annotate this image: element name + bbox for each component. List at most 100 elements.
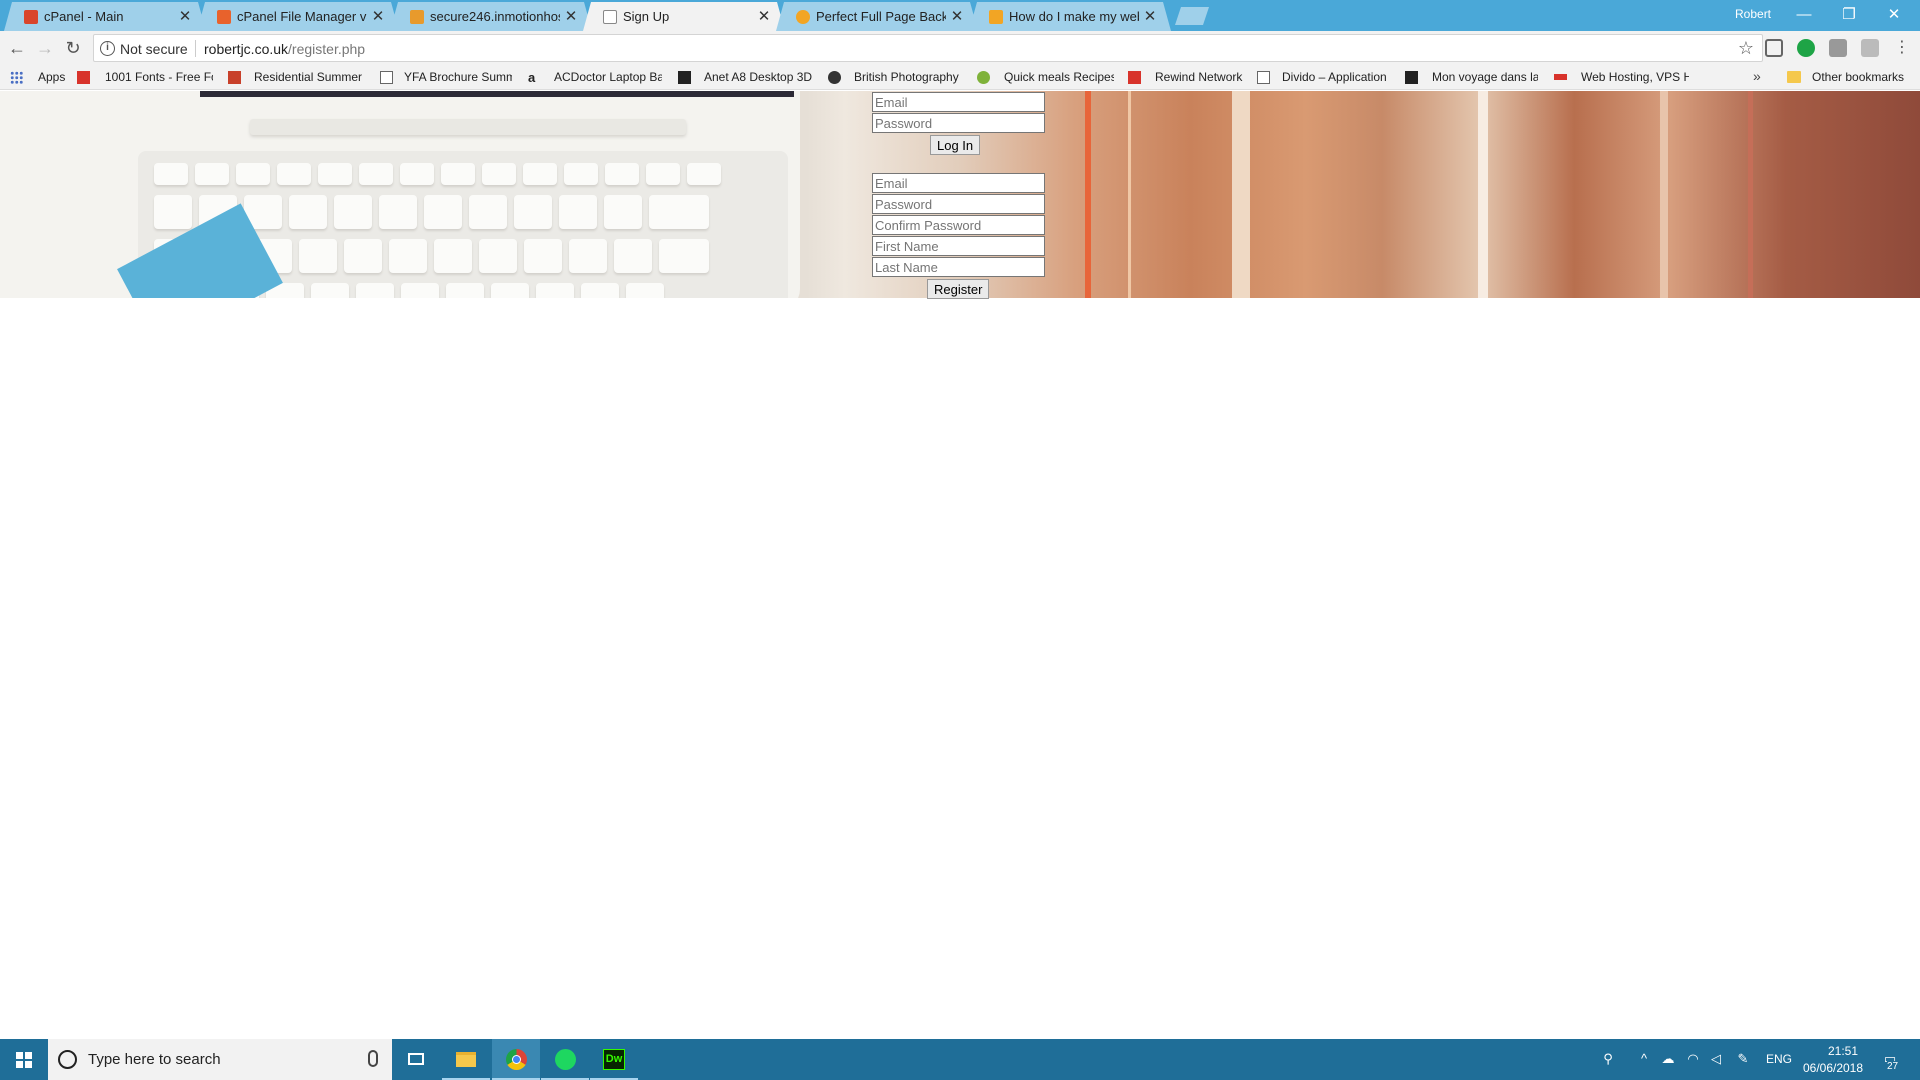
tab-perfect-full-page[interactable]: Perfect Full Page Backgro ✕ [776,2,978,31]
page-icon [1257,71,1270,84]
start-button[interactable] [0,1039,48,1080]
clock-date[interactable]: 06/06/2018 [1800,1061,1866,1075]
clock-time[interactable]: 21:51 [1818,1044,1868,1058]
pen-icon[interactable]: ✎ [1735,1052,1751,1066]
bookmark-star-icon[interactable]: ☆ [1738,38,1754,59]
tab-strip: cPanel - Main ✕ cPanel File Manager v3 ✕… [0,0,1920,31]
book-icon [1405,71,1418,84]
volume-icon[interactable]: ◁ [1708,1052,1724,1066]
other-bookmarks[interactable]: Other bookmarks [1812,70,1904,84]
close-tab-icon[interactable]: ✕ [371,7,385,25]
close-tab-icon[interactable]: ✕ [564,7,578,25]
microphone-icon[interactable] [368,1050,378,1067]
login-form: Log In [872,92,1045,155]
task-view-button[interactable] [392,1039,440,1080]
spotify-icon [555,1049,576,1070]
chrome-taskbar-button[interactable] [492,1039,540,1080]
register-email-input[interactable] [872,173,1045,193]
dreamweaver-taskbar-button[interactable]: Dw [590,1039,638,1080]
login-button[interactable]: Log In [930,135,981,155]
extension-s-icon[interactable] [1829,39,1847,57]
onedrive-icon[interactable]: ☁ [1660,1052,1676,1066]
restore-icon[interactable]: ❐ [1829,3,1869,27]
residential-icon [228,71,241,84]
reload-icon[interactable]: ↻ [62,37,84,59]
login-email-input[interactable] [872,92,1045,112]
people-icon[interactable]: ⚲ [1600,1052,1616,1066]
security-label[interactable]: Not secure [120,41,188,57]
tab-cpanel-file-manager[interactable]: cPanel File Manager v3 ✕ [197,2,399,31]
search-placeholder: Type here to search [88,1051,221,1068]
chevron-up-icon[interactable]: ^ [1636,1052,1652,1066]
rewind-icon [1128,71,1141,84]
close-tab-icon[interactable]: ✕ [757,7,771,25]
cortana-icon [58,1050,77,1069]
aperture-icon [828,71,841,84]
menu-icon[interactable]: ⋮ [1891,37,1913,59]
windows-taskbar: Type here to search Dw ⚲ ^ ☁ ◠ ◁ ✎ ENG 2… [0,1039,1920,1080]
login-password-input[interactable] [872,113,1045,133]
language-indicator[interactable]: ENG [1766,1052,1792,1066]
close-tab-icon[interactable]: ✕ [1143,7,1157,25]
tab-title: Sign Up [623,9,670,24]
last-name-input[interactable] [872,257,1045,277]
close-tab-icon[interactable]: ✕ [950,7,964,25]
bookmark-quick-meals[interactable]: Quick meals Recipes [1004,70,1114,84]
bookmark-1001-fonts[interactable]: 1001 Fonts - Free Fo [105,70,213,84]
first-name-input[interactable] [872,236,1045,256]
address-bar[interactable]: i Not secure robertjc.co.uk/register.php… [93,34,1763,62]
page-icon [380,71,393,84]
apps-grid-icon[interactable] [10,71,23,84]
bookmark-residential-summer[interactable]: Residential Summer [254,70,362,84]
inmotion-favicon-icon [410,10,424,24]
bookmark-mon-voyage[interactable]: Mon voyage dans la [1432,70,1538,84]
tab-how-do-i-make[interactable]: How do I make my websi ✕ [969,2,1171,31]
tab-inmotion[interactable]: secure246.inmotionhosti ✕ [390,2,592,31]
cast-icon[interactable] [1765,39,1783,57]
bookmark-acdoctor[interactable]: ACDoctor Laptop Ba [554,70,662,84]
tab-title: How do I make my websi [1009,9,1139,24]
cpanel-favicon-icon [24,10,38,24]
register-password-input[interactable] [872,194,1045,214]
file-explorer-button[interactable] [442,1039,490,1080]
extension-icon[interactable] [1861,39,1879,57]
spotify-taskbar-button[interactable] [541,1039,589,1080]
bookmark-british-photography[interactable]: British Photography [854,70,962,84]
tab-sign-up[interactable]: Sign Up ✕ [583,2,785,31]
laptop-image [0,91,800,298]
bookmark-rewind-network[interactable]: Rewind Network [1155,70,1255,84]
back-icon[interactable]: ← [6,37,28,59]
new-tab-button[interactable] [1175,7,1209,25]
folder-icon [1787,71,1801,83]
wifi-icon[interactable]: ◠ [1685,1052,1701,1066]
bookmarks-overflow-icon[interactable]: » [1753,68,1761,84]
grammarly-icon[interactable] [1797,39,1815,57]
bookmark-yfa-brochure[interactable]: YFA Brochure Summ [404,70,512,84]
windows-logo-icon [16,1052,32,1068]
bookmark-anet-a8[interactable]: Anet A8 Desktop 3D [704,70,812,84]
taskbar-search[interactable]: Type here to search [48,1039,392,1080]
info-icon[interactable]: i [100,41,115,56]
recipe-icon [977,71,990,84]
profile-name[interactable]: Robert [1735,7,1771,21]
page-viewport: Log In Register [0,91,1920,1039]
tab-cpanel-main[interactable]: cPanel - Main ✕ [4,2,206,31]
register-button[interactable]: Register [927,279,990,299]
close-window-icon[interactable]: ✕ [1874,3,1914,27]
browser-toolbar: ← → ↻ i Not secure robertjc.co.uk/regist… [0,31,1920,65]
bookmark-divido[interactable]: Divido – Application [1282,70,1390,84]
tab-title: secure246.inmotionhosti [430,9,560,24]
minimize-icon[interactable]: — [1784,3,1824,27]
forward-icon[interactable]: → [34,37,56,59]
fonts-icon [77,71,90,84]
confirm-password-input[interactable] [872,215,1045,235]
file-explorer-icon [456,1052,476,1067]
bookmark-web-hosting[interactable]: Web Hosting, VPS H [1581,70,1689,84]
dreamweaver-icon: Dw [603,1049,625,1070]
anet-icon [678,71,691,84]
close-tab-icon[interactable]: ✕ [178,7,192,25]
tab-title: cPanel - Main [44,9,124,24]
bookmark-apps[interactable]: Apps [38,70,65,84]
url-text[interactable]: robertjc.co.uk/register.php [204,41,365,57]
url-host: robertjc.co.uk [204,41,289,57]
